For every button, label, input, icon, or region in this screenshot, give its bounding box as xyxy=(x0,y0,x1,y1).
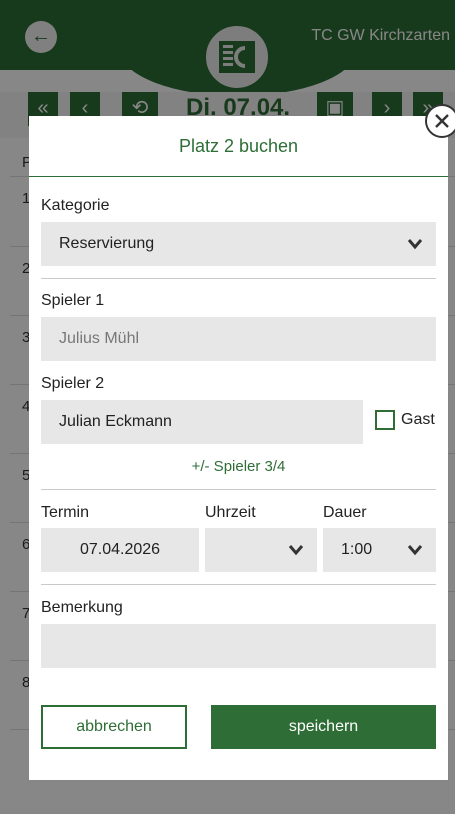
dauer-value: 1:00 xyxy=(341,541,373,558)
chevron-down-icon xyxy=(406,541,424,559)
spieler1-field: Julius Mühl xyxy=(41,317,436,361)
divider xyxy=(41,278,436,279)
spieler1-value: Julius Mühl xyxy=(59,330,140,347)
dialog-title: Platz 2 buchen xyxy=(178,136,299,156)
more-players-link[interactable]: +/- Spieler 3/4 xyxy=(29,458,448,475)
bemerkung-input[interactable] xyxy=(41,624,436,668)
gast-option[interactable]: Gast xyxy=(375,410,435,430)
uhrzeit-label: Uhrzeit xyxy=(205,504,256,521)
close-icon xyxy=(435,114,449,128)
save-button[interactable]: speichern xyxy=(211,705,436,749)
gast-label: Gast xyxy=(401,411,435,428)
bemerkung-label: Bemerkung xyxy=(41,599,123,616)
spieler1-label: Spieler 1 xyxy=(41,292,105,309)
chevron-down-icon xyxy=(287,541,305,559)
cancel-button[interactable]: abbrechen xyxy=(41,705,187,749)
dauer-select[interactable]: 1:00 xyxy=(323,528,436,572)
dauer-label: Dauer xyxy=(323,504,367,521)
gast-checkbox[interactable] xyxy=(375,410,395,430)
kategorie-label: Kategorie xyxy=(41,197,110,214)
kategorie-value: Reservierung xyxy=(59,235,155,252)
divider xyxy=(41,584,436,585)
uhrzeit-select[interactable] xyxy=(205,528,317,572)
booking-dialog: Platz 2 buchen Kategorie Reservierung Sp… xyxy=(29,116,448,780)
termin-input[interactable]: 07.04.2026 xyxy=(41,528,199,572)
chevron-down-icon xyxy=(406,235,424,253)
termin-value: 07.04.2026 xyxy=(79,541,161,558)
title-divider xyxy=(29,176,448,177)
spieler2-value: Julian Eckmann xyxy=(59,413,172,430)
kategorie-select[interactable]: Reservierung xyxy=(41,222,436,266)
termin-label: Termin xyxy=(41,504,90,521)
spieler2-label: Spieler 2 xyxy=(41,375,105,392)
divider xyxy=(41,489,436,490)
spieler2-input[interactable]: Julian Eckmann xyxy=(41,400,363,444)
close-button[interactable] xyxy=(425,104,455,138)
